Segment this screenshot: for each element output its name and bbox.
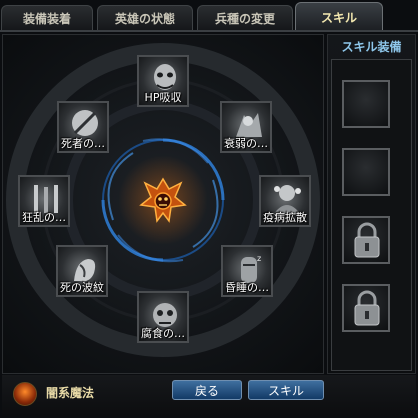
- skill-label: 昏睡の…: [225, 281, 269, 294]
- skill-equip-slots: [331, 59, 412, 371]
- tab-hero-status[interactable]: 英雄の状態: [97, 5, 193, 30]
- equip-slot-3-locked[interactable]: [342, 216, 390, 264]
- skill-label: 衰弱の…: [224, 137, 268, 150]
- skill-window: 装備装着 英雄の状態 兵種の変更 スキル HP吸収 衰弱の… 疫病拡散 z 昏睡…: [0, 0, 418, 418]
- skill-slot-death-ripple[interactable]: 死の波紋: [56, 245, 108, 297]
- equip-slot-2[interactable]: [342, 148, 390, 196]
- skill-button[interactable]: スキル: [248, 380, 324, 400]
- skill-slot-coma[interactable]: z 昏睡の…: [221, 245, 273, 297]
- skill-tree-panel: HP吸収 衰弱の… 疫病拡散 z 昏睡の… 腐食の… 死の波紋 狂乱の… 死者の…: [2, 34, 324, 374]
- skill-equip-title: スキル装備: [341, 40, 402, 54]
- skill-label: 腐食の…: [141, 327, 185, 340]
- lock-icon: [354, 290, 380, 326]
- tab-divider: [0, 30, 418, 32]
- skill-label: HP吸収: [144, 91, 182, 104]
- skill-label: 死の波紋: [60, 281, 104, 294]
- back-button[interactable]: 戻る: [172, 380, 242, 400]
- skill-slot-dead[interactable]: 死者の…: [57, 101, 109, 153]
- svg-text:z: z: [257, 254, 261, 263]
- dark-magic-emblem-icon: [139, 175, 187, 227]
- dark-magic-icon: [13, 382, 37, 406]
- skill-label: 疫病拡散: [263, 211, 307, 224]
- tab-unit-change[interactable]: 兵種の変更: [197, 5, 293, 30]
- skill-slot-hp-drain[interactable]: HP吸収: [137, 55, 189, 107]
- equip-slot-1[interactable]: [342, 80, 390, 128]
- tab-bar: 装備装着 英雄の状態 兵種の変更 スキル: [1, 2, 417, 31]
- bottom-bar: 闇系魔法 戻る スキル: [2, 375, 416, 416]
- tab-skill[interactable]: スキル: [295, 2, 383, 31]
- skill-slot-corrosion[interactable]: 腐食の…: [137, 291, 189, 343]
- skill-label: 狂乱の…: [22, 211, 66, 224]
- skill-label: 死者の…: [61, 137, 105, 150]
- skill-slot-weaken[interactable]: 衰弱の…: [220, 101, 272, 153]
- skill-slot-frenzy[interactable]: 狂乱の…: [18, 175, 70, 227]
- equip-slot-4-locked[interactable]: [342, 284, 390, 332]
- element-label: 闇系魔法: [46, 386, 95, 400]
- skill-equip-panel: スキル装備: [327, 34, 416, 374]
- lock-icon: [354, 222, 380, 258]
- skill-slot-plague-spread[interactable]: 疫病拡散: [259, 175, 311, 227]
- tab-equip[interactable]: 装備装着: [1, 5, 93, 30]
